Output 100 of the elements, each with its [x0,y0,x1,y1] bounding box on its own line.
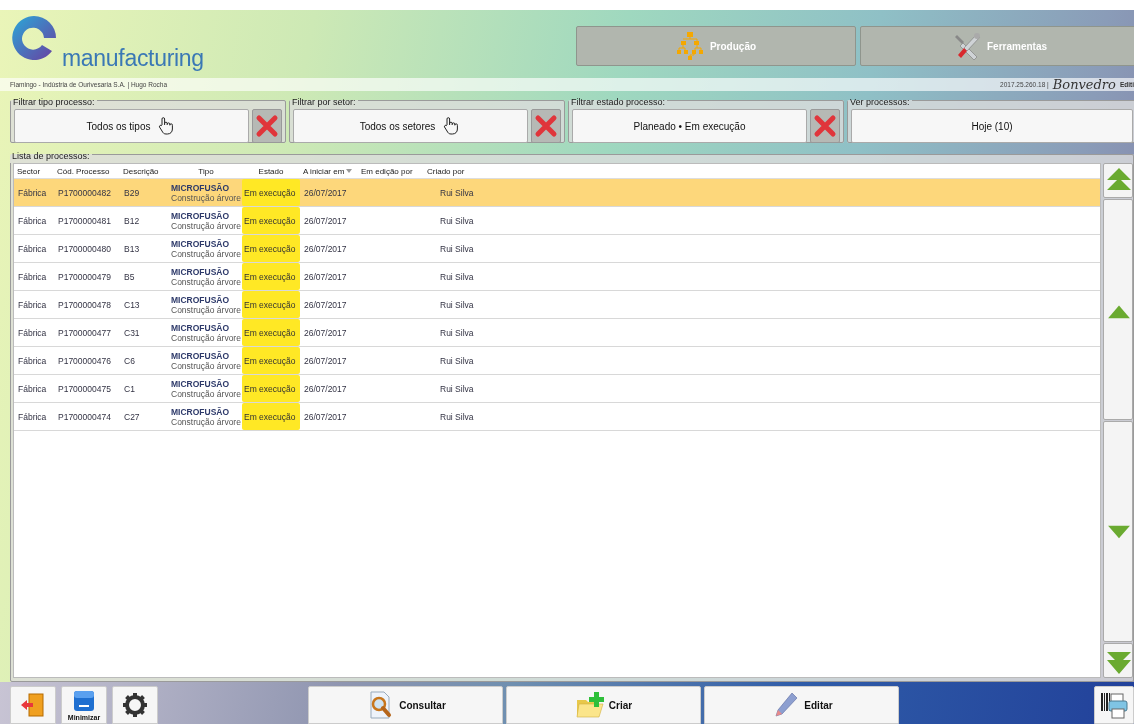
action-button[interactable]: Criar [506,686,701,724]
exit-button[interactable] [10,686,56,724]
logo-text: manufacturing [62,45,204,72]
close-icon [534,114,558,138]
group-label: Lista de processos: [12,151,90,161]
clear-button[interactable] [810,109,840,143]
column-header[interactable]: Criado por [424,166,474,176]
column-header[interactable]: Tipo [170,166,242,176]
column-header[interactable]: Sector [14,166,54,176]
status-tag: Em execução [242,179,300,206]
table-cell-text: Rui Silva [439,383,474,394]
barcode-printer-icon [1099,690,1129,720]
clear-button[interactable] [252,109,282,143]
filter-selector[interactable]: Todos os tipos [14,109,249,143]
status-tag: Em execução [242,207,300,234]
table-cell-text: 26/07/2017 [303,383,348,394]
table-cell-text: P1700000481 [57,215,112,226]
table-cell-text: C31 [123,327,141,338]
exit-door-icon [19,692,47,718]
status-tag: Em execução [242,291,300,318]
table-cell-text: C13 [123,299,141,310]
table-cell: Construção árvore [171,388,242,399]
table-cell-text: C1 [123,383,136,394]
table-cell-text: Fábrica [17,355,48,366]
column-header[interactable]: Em edição por [358,166,424,176]
table-cell: Construção árvore [171,304,242,315]
table-cell-text: C27 [123,411,141,422]
table-cell-text: B13 [123,243,141,254]
table-cell-text: Rui Silva [439,187,474,198]
settings-button[interactable] [112,686,158,724]
print-button[interactable] [1094,686,1134,724]
table-cell-text: P1700000477 [57,327,112,338]
group-label: Filtrar tipo processo: [13,97,95,107]
table-cell-text: B12 [123,215,141,226]
close-icon [255,114,279,138]
column-header[interactable]: A iniciar em [300,166,358,176]
filter-selector[interactable]: Planeado • Em execução [572,109,807,143]
scroll-button[interactable] [1103,421,1133,642]
table-cell-text: MICROFUSÃO [171,266,231,277]
status-tag: Em execução [242,235,300,262]
table-cell-text: P1700000475 [57,383,112,394]
table-cell-text: MICROFUSÃO [171,210,231,221]
column-header[interactable]: Cód. Processo [54,166,120,176]
table-cell-text: B5 [123,271,136,282]
table-cell: Construção árvore [171,248,242,259]
table-cell-text: Fábrica [17,271,48,282]
tools-icon [953,31,981,61]
filter-selector[interactable]: Todos os setores [293,109,528,143]
status-tag: Em execução [242,263,300,290]
table-cell-text: P1700000474 [57,411,112,422]
table-cell-text: MICROFUSÃO [171,378,231,389]
table-cell-text: Rui Silva [439,411,474,422]
action-button[interactable]: Editar [704,686,899,724]
table-cell-text: Fábrica [17,243,48,254]
column-header[interactable]: Descrição [120,166,170,176]
table-cell-text: MICROFUSÃO [171,294,231,305]
action-button[interactable]: Consultar [308,686,503,724]
table-cell: Construção árvore [171,220,242,231]
table-cell: Construção árvore [171,332,242,343]
group-label: Ver processos: [850,97,910,107]
column-header[interactable]: Estado [242,166,300,176]
table-cell-text: 26/07/2017 [303,411,348,422]
table-cell-text: 26/07/2017 [303,271,348,282]
table-cell-text: P1700000478 [57,299,112,310]
table-cell-text: P1700000482 [57,187,112,198]
brand-logo: Bonvedro [1052,77,1116,92]
status-tag: Em execução [242,347,300,374]
table-cell: Construção árvore [171,276,242,287]
scroll-button[interactable] [1103,163,1133,198]
table-cell-text: MICROFUSÃO [171,322,231,333]
table-cell-text: 26/07/2017 [303,243,348,254]
hierarchy-icon [675,31,704,61]
filter-selector[interactable]: Hoje (10) [851,109,1133,143]
table-cell: Construção árvore [171,416,242,427]
table-cell-text: B29 [123,187,141,198]
group-label: Filtrar estado processo: [571,97,666,107]
table-cell-text: Rui Silva [439,215,474,226]
table-cell-text: Rui Silva [439,243,474,254]
table-cell-text: Rui Silva [439,299,474,310]
folder-plus-icon [574,690,605,720]
table-cell-text: 26/07/2017 [303,327,348,338]
scroll-button[interactable] [1103,199,1133,420]
status-tag: Em execução [242,319,300,346]
table-cell-text: Fábrica [17,383,48,394]
table-cell: Construção árvore [171,192,242,203]
scroll-button[interactable] [1103,643,1133,678]
table-cell-text: Fábrica [17,411,48,422]
table-cell-text: MICROFUSÃO [171,182,231,193]
table-cell-text: P1700000476 [57,355,112,366]
table-cell-text: Fábrica [17,215,48,226]
group-label: Filtrar por setor: [292,97,356,107]
clear-button[interactable] [531,109,561,143]
table-cell-text: C6 [123,355,136,366]
table-cell-text: Rui Silva [439,327,474,338]
table-cell-text: Rui Silva [439,271,474,282]
table-cell-text: 26/07/2017 [303,355,348,366]
table-cell-text: Fábrica [17,187,48,198]
table-cell-text: Fábrica [17,327,48,338]
table-cell-text: Rui Silva [439,355,474,366]
table-cell-text: Fábrica [17,299,48,310]
